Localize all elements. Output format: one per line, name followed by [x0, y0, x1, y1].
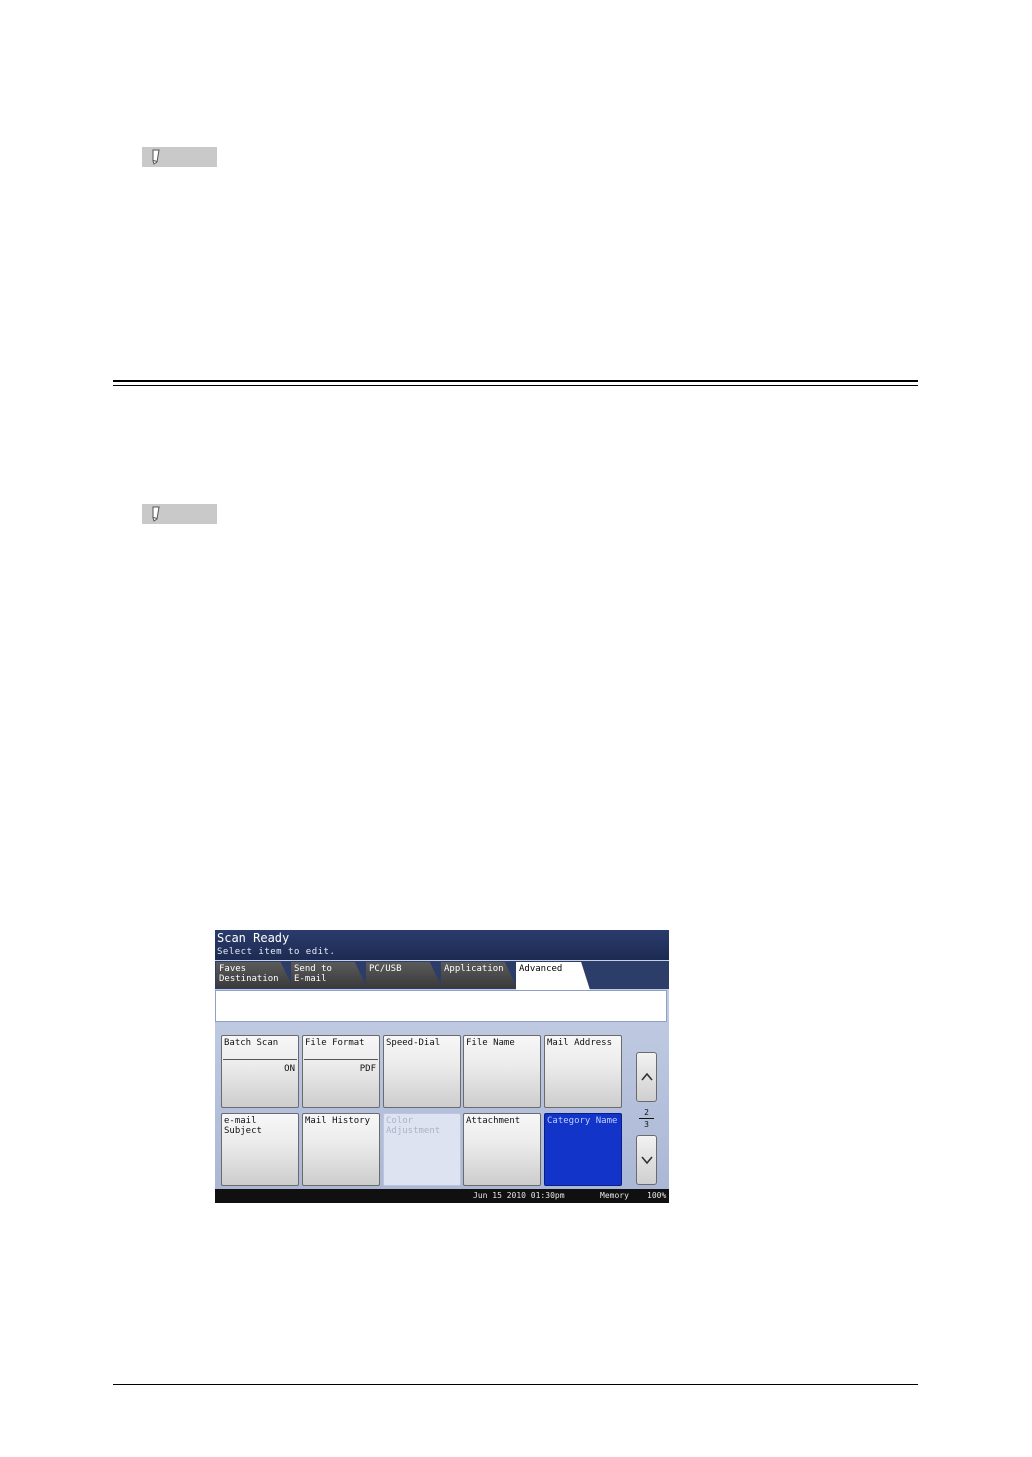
message-field — [215, 990, 667, 1022]
section-divider — [113, 380, 918, 386]
button-label: Batch Scan — [224, 1038, 279, 1048]
status-bar: Jun 15 2010 01:30pm Memory 100% — [215, 1189, 669, 1203]
button-label: Category Name — [547, 1116, 618, 1126]
current-page: 2 — [644, 1108, 649, 1117]
tab-application[interactable]: Application — [441, 962, 517, 988]
button-label: Attachment — [466, 1116, 521, 1126]
page-indicator: 2 3 — [636, 1108, 657, 1129]
pencil-icon — [152, 506, 160, 522]
page-up-button[interactable] — [636, 1052, 657, 1102]
mail-address-button[interactable]: Mail Address — [544, 1035, 622, 1108]
total-pages: 3 — [644, 1120, 649, 1129]
button-label: e-mail Subject — [224, 1116, 262, 1136]
divider — [304, 1059, 378, 1060]
status-memory-label: Memory — [600, 1191, 629, 1200]
button-label: Mail History — [305, 1116, 371, 1126]
tab-advanced[interactable]: Advanced — [516, 962, 590, 990]
panel-title: Scan Ready — [217, 931, 290, 945]
pencil-icon — [152, 149, 160, 165]
divider — [223, 1059, 297, 1060]
email-subject-button[interactable]: e-mail Subject — [221, 1113, 299, 1186]
button-value: ON — [284, 1064, 295, 1074]
tab-send-to-email[interactable]: Send to E-mail — [291, 962, 367, 988]
button-label: Speed-Dial — [386, 1038, 441, 1048]
tab-pc-usb[interactable]: PC/USB — [366, 962, 442, 988]
file-name-button[interactable]: File Name — [463, 1035, 541, 1108]
button-value: PDF — [359, 1064, 376, 1074]
tab-bar: Faves Destination Send to E-mail PC/USB … — [215, 961, 669, 990]
attachment-button[interactable]: Attachment — [463, 1113, 541, 1186]
category-name-button[interactable]: Category Name — [544, 1113, 622, 1186]
note-tag — [142, 147, 217, 167]
button-label: Color Adjustment — [386, 1116, 441, 1136]
status-datetime: Jun 15 2010 01:30pm — [473, 1191, 565, 1200]
batch-scan-button[interactable]: Batch Scan ON — [221, 1035, 299, 1108]
speed-dial-button[interactable]: Speed-Dial — [383, 1035, 461, 1108]
chevron-down-icon — [641, 1156, 653, 1165]
color-adjustment-button: Color Adjustment — [383, 1113, 461, 1186]
status-memory-value: 100% — [647, 1191, 667, 1200]
panel-header: Scan Ready Select item to edit. — [215, 930, 669, 960]
page-down-button[interactable] — [636, 1135, 657, 1185]
button-label: Mail Address — [547, 1038, 613, 1048]
footer-rule — [113, 1384, 918, 1385]
button-label: File Name — [466, 1038, 515, 1048]
page-divider — [639, 1118, 654, 1119]
mail-history-button[interactable]: Mail History — [302, 1113, 380, 1186]
note-tag — [142, 504, 217, 524]
panel-subtitle: Select item to edit. — [217, 947, 336, 957]
scan-panel-screenshot: Scan Ready Select item to edit. Faves De… — [215, 930, 669, 1203]
button-label: File Format — [305, 1038, 365, 1048]
file-format-button[interactable]: File Format PDF — [302, 1035, 380, 1108]
tab-faves-destination[interactable]: Faves Destination — [216, 962, 293, 988]
chevron-up-icon — [641, 1072, 653, 1081]
